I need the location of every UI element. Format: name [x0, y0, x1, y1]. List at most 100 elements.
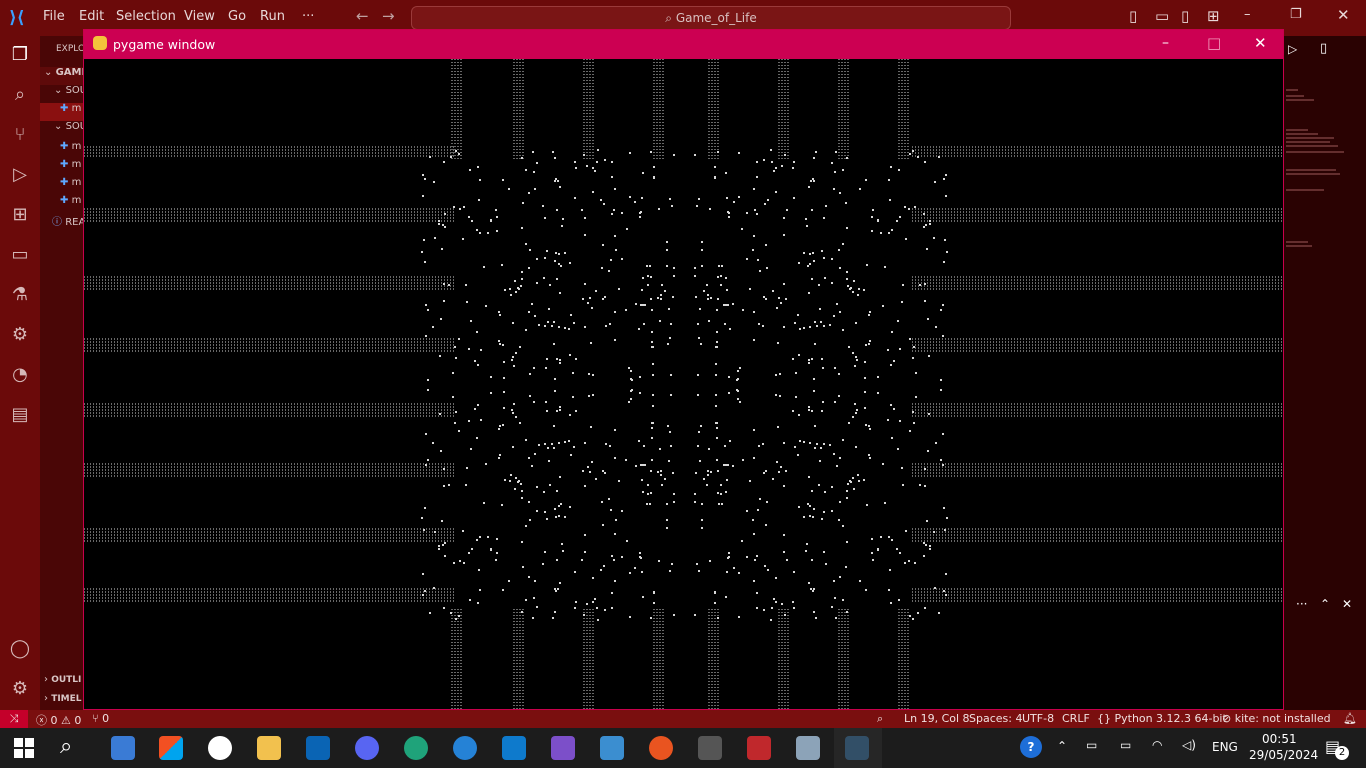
- remote-indicator-icon[interactable]: ⤨: [0, 710, 28, 728]
- toggle-panel-icon[interactable]: ▭: [1155, 7, 1169, 25]
- customize-layout-icon[interactable]: ⊞: [1207, 7, 1220, 25]
- window-minimize-icon[interactable]: –: [1244, 7, 1251, 22]
- tree-label: m: [71, 195, 82, 206]
- forward-arrow-icon[interactable]: →: [382, 7, 395, 25]
- tree-file[interactable]: ✚ m: [40, 159, 84, 177]
- tree-file[interactable]: ✚ m: [40, 195, 84, 213]
- menu-file[interactable]: File: [43, 9, 65, 24]
- back-arrow-icon[interactable]: ←: [356, 7, 369, 25]
- file-explorer-icon[interactable]: [257, 736, 281, 760]
- toggle-primary-sidebar-icon[interactable]: ▯: [1129, 7, 1137, 25]
- accounts-icon[interactable]: ◯: [9, 638, 31, 660]
- tree-folder[interactable]: ⌄ SOU: [40, 121, 84, 139]
- pygame-title-bar[interactable]: pygame window – □ ✕: [84, 30, 1283, 59]
- tree-root[interactable]: ⌄ GAME: [40, 67, 84, 85]
- tree-label: REA: [65, 217, 84, 228]
- clock-date[interactable]: 29/05/2024: [1249, 748, 1318, 762]
- tree-file[interactable]: ✚ m: [40, 141, 84, 159]
- zoom-icon[interactable]: ⌕: [877, 712, 883, 726]
- outlook-icon[interactable]: [306, 736, 330, 760]
- python-file-icon: ✚: [60, 141, 69, 152]
- clock-time[interactable]: 00:51: [1262, 732, 1297, 746]
- windows-start-icon[interactable]: [14, 738, 34, 758]
- command-center-search[interactable]: ⌕ Game_of_Life: [411, 6, 1011, 30]
- help-icon[interactable]: ?: [1020, 736, 1042, 758]
- menu-selection[interactable]: Selection: [116, 9, 176, 24]
- vscode-taskbar-icon[interactable]: [502, 736, 526, 760]
- extensions-icon[interactable]: ⊞: [9, 204, 31, 226]
- indentation[interactable]: Spaces: 4: [969, 712, 1022, 725]
- split-editor-icon[interactable]: ▯: [1320, 41, 1327, 56]
- source-control-icon[interactable]: ⑂: [9, 124, 31, 146]
- editor-area: ▷ ▯ ··· ⌃ ✕: [1284, 36, 1366, 710]
- active-window-indicator: [834, 728, 882, 768]
- remote-desktop-icon[interactable]: [796, 736, 820, 760]
- ports-count: 0: [102, 712, 110, 725]
- wifi-icon[interactable]: ◠: [1152, 738, 1162, 752]
- menu-edit[interactable]: Edit: [79, 9, 104, 24]
- settings-app-icon[interactable]: [747, 736, 771, 760]
- edge-beta-icon[interactable]: [453, 736, 477, 760]
- testing-icon[interactable]: ⚗: [9, 284, 31, 306]
- chat-icon[interactable]: ▤: [9, 404, 31, 426]
- wsl-icon[interactable]: [698, 736, 722, 760]
- edge-icon[interactable]: ◔: [9, 364, 31, 386]
- ports-indicator[interactable]: ⑂ 0: [92, 712, 109, 725]
- file-encoding[interactable]: UTF-8: [1022, 712, 1054, 725]
- visual-studio-icon[interactable]: [551, 736, 575, 760]
- explorer-icon[interactable]: ❐: [9, 44, 31, 66]
- ms-store-icon[interactable]: [159, 736, 183, 760]
- input-language[interactable]: ENG: [1212, 740, 1238, 754]
- timeline-section[interactable]: › TIMEL: [40, 693, 84, 710]
- panel-more-icon[interactable]: ···: [1296, 597, 1307, 611]
- taskbar-search-icon[interactable]: ⌕: [60, 734, 72, 759]
- battery-icon[interactable]: ▭: [1120, 738, 1131, 752]
- language-label: Python: [1114, 712, 1153, 725]
- python-interpreter[interactable]: 3.12.3 64-bit: [1156, 712, 1227, 725]
- pygame-minimize-button[interactable]: –: [1162, 35, 1169, 51]
- run-python-icon[interactable]: ▷: [1288, 42, 1297, 56]
- discord-icon[interactable]: [355, 736, 379, 760]
- search-icon[interactable]: ⌕: [9, 84, 31, 106]
- window-close-icon[interactable]: ✕: [1337, 6, 1350, 24]
- outline-section[interactable]: › OUTLI: [40, 674, 84, 692]
- menu-more[interactable]: ···: [302, 9, 314, 24]
- container-icon[interactable]: ⚙: [9, 324, 31, 346]
- remote-explorer-icon[interactable]: ▭: [9, 244, 31, 266]
- manage-gear-icon[interactable]: ⚙: [9, 678, 31, 700]
- media-player-icon[interactable]: [208, 736, 232, 760]
- volume-icon[interactable]: ◁): [1182, 738, 1196, 752]
- tree-file[interactable]: ✚ m: [40, 103, 84, 121]
- taskbar-app-icon[interactable]: [111, 736, 135, 760]
- tray-display-icon[interactable]: ▭: [1086, 738, 1097, 752]
- python-file-icon: ✚: [60, 177, 69, 188]
- menu-go[interactable]: Go: [228, 9, 246, 24]
- run-debug-icon[interactable]: ▷: [9, 164, 31, 186]
- command-center-text: ⌕ Game_of_Life: [412, 11, 1010, 26]
- pygame-window-title: pygame window: [113, 37, 216, 52]
- ubuntu-icon[interactable]: [649, 736, 673, 760]
- cursor-position[interactable]: Ln 19, Col 8: [904, 712, 970, 725]
- tree-folder[interactable]: ⌄ SOU: [40, 85, 84, 103]
- kite-status[interactable]: ⊘ kite: not installed: [1222, 712, 1331, 725]
- menu-view[interactable]: View: [184, 9, 215, 24]
- panel-maximize-icon[interactable]: ⌃: [1320, 597, 1330, 611]
- game-of-life-canvas[interactable]: [84, 59, 1283, 709]
- problems-indicator[interactable]: ⓧ 0 ⚠ 0: [36, 712, 81, 728]
- tree-file[interactable]: ⓘ REA: [40, 213, 84, 231]
- end-of-line[interactable]: CRLF: [1062, 712, 1090, 725]
- language-mode[interactable]: {} Python: [1097, 712, 1153, 725]
- panel-close-icon[interactable]: ✕: [1342, 597, 1352, 611]
- tree-file[interactable]: ✚ m: [40, 177, 84, 195]
- pygame-close-button[interactable]: ✕: [1254, 34, 1267, 52]
- edge-icon[interactable]: [404, 736, 428, 760]
- tree-label: m: [71, 141, 82, 152]
- menu-run[interactable]: Run: [260, 9, 285, 24]
- tray-chevron-icon[interactable]: ⌃: [1057, 739, 1067, 753]
- notifications-bell-icon[interactable]: 🔔︎: [1343, 712, 1357, 725]
- pygame-maximize-button[interactable]: □: [1207, 34, 1221, 52]
- virtualbox-icon[interactable]: [600, 736, 624, 760]
- toggle-secondary-sidebar-icon[interactable]: ▯: [1181, 7, 1189, 25]
- vscode-logo-icon: ⟩⟨: [9, 8, 25, 28]
- window-restore-icon[interactable]: ❐: [1290, 7, 1302, 22]
